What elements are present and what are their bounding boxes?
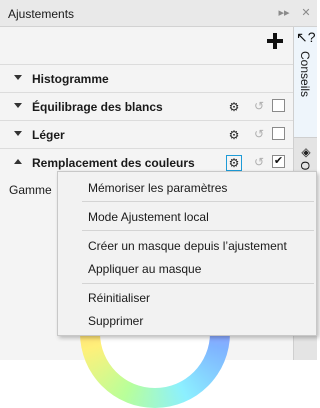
- tab-conseils[interactable]: ↖? Conseils: [294, 27, 317, 138]
- panel-toolbar: [0, 27, 293, 65]
- adjustment-label: Équilibrage des blancs: [32, 100, 163, 114]
- close-icon[interactable]: ✕: [299, 6, 313, 19]
- chevron-up-icon[interactable]: [14, 159, 22, 164]
- collapse-panel-icon[interactable]: ▸▸: [277, 6, 291, 19]
- gear-icon[interactable]: ⚙: [226, 155, 242, 171]
- adjustment-row-equilibrage[interactable]: Équilibrage des blancs ⚙ ↺: [0, 92, 293, 120]
- menu-separator: [82, 201, 314, 202]
- chevron-down-icon[interactable]: [14, 75, 22, 80]
- menu-item-mode-ajustement-local[interactable]: Mode Ajustement local: [88, 210, 209, 224]
- layers-icon: ◈: [301, 145, 311, 159]
- plus-icon[interactable]: [267, 33, 283, 49]
- gamme-label: Gamme: [9, 183, 52, 197]
- adjustment-label: Remplacement des couleurs: [32, 156, 195, 170]
- menu-separator: [82, 230, 314, 231]
- menu-item-creer-masque[interactable]: Créer un masque depuis l’ajustement: [88, 239, 287, 253]
- panel-title: Ajustements: [8, 7, 75, 21]
- gear-icon[interactable]: ⚙: [227, 100, 241, 114]
- undo-icon[interactable]: ↺: [252, 99, 266, 113]
- tab-conseils-label: Conseils: [298, 51, 312, 98]
- adjustment-label: Léger: [32, 128, 65, 142]
- title-controls: ▸▸ ✕: [277, 6, 313, 19]
- adjustment-row-histogramme[interactable]: Histogramme: [0, 64, 293, 92]
- menu-item-supprimer[interactable]: Supprimer: [88, 314, 143, 328]
- question-cursor-icon: ↖?: [296, 29, 316, 45]
- enable-checkbox[interactable]: [272, 127, 285, 140]
- enable-checkbox[interactable]: [272, 99, 285, 112]
- gear-icon[interactable]: ⚙: [227, 128, 241, 142]
- chevron-down-icon[interactable]: [14, 103, 22, 108]
- panel-title-bar: Ajustements ▸▸ ✕: [0, 0, 317, 27]
- menu-item-memoriser[interactable]: Mémoriser les paramètres: [88, 181, 227, 195]
- adjustment-row-leger[interactable]: Léger ⚙ ↺: [0, 120, 293, 148]
- menu-separator: [82, 283, 314, 284]
- context-menu: Mémoriser les paramètres Mode Ajustement…: [57, 171, 317, 336]
- undo-icon[interactable]: ↺: [252, 127, 266, 141]
- menu-item-appliquer-masque[interactable]: Appliquer au masque: [88, 262, 201, 276]
- adjustment-label: Histogramme: [32, 72, 109, 86]
- undo-icon[interactable]: ↺: [252, 155, 266, 169]
- menu-item-reinitialiser[interactable]: Réinitialiser: [88, 291, 150, 305]
- chevron-down-icon[interactable]: [14, 131, 22, 136]
- enable-checkbox[interactable]: ✔: [272, 155, 285, 168]
